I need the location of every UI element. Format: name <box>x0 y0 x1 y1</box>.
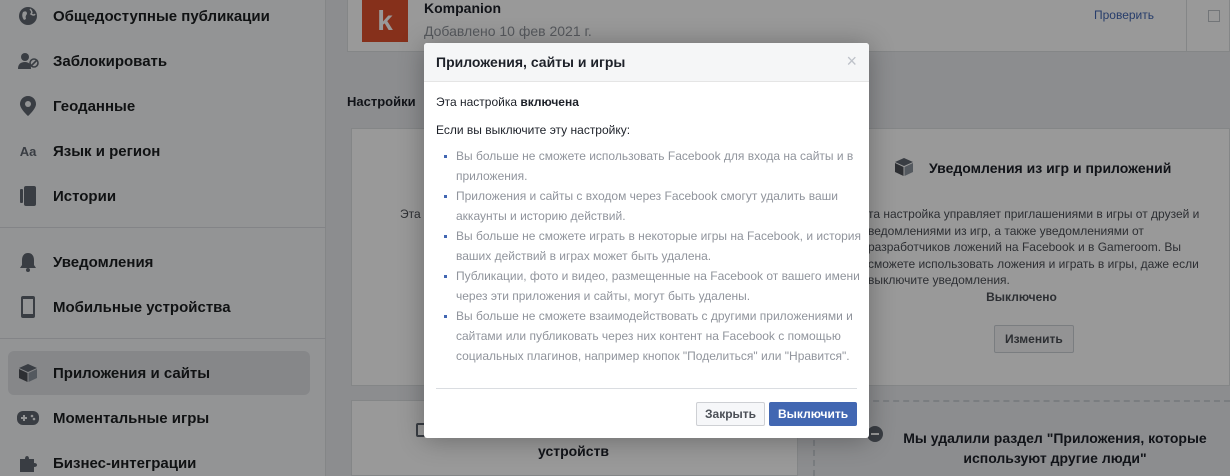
dialog-header: Приложения, сайты и игры × <box>424 43 869 82</box>
dialog-footer-divider <box>436 388 857 389</box>
dialog-intro: Если вы выключите эту настройку: <box>436 123 631 137</box>
list-item: Публикации, фото и видео, размещенные на… <box>436 266 861 306</box>
list-item: Вы больше не сможете использовать Facebo… <box>436 146 861 186</box>
dialog-title: Приложения, сайты и игры <box>436 54 626 70</box>
turn-off-button[interactable]: Выключить <box>769 402 858 426</box>
list-item: Приложения и сайты с входом через Facebo… <box>436 186 861 226</box>
setting-status: Эта настройка включена <box>436 95 579 109</box>
status-value: включена <box>520 95 579 109</box>
list-item: Вы больше не сможете играть в некоторые … <box>436 226 861 266</box>
list-item: Вы больше не сможете взаимодействовать с… <box>436 306 861 366</box>
status-prefix: Эта настройка <box>436 95 518 109</box>
close-button[interactable]: Закрыть <box>696 402 766 426</box>
apps-sites-games-dialog: Приложения, сайты и игры × Эта настройка… <box>424 43 869 438</box>
consequences-list: Вы больше не сможете использовать Facebo… <box>436 146 861 366</box>
close-icon[interactable]: × <box>846 52 857 70</box>
